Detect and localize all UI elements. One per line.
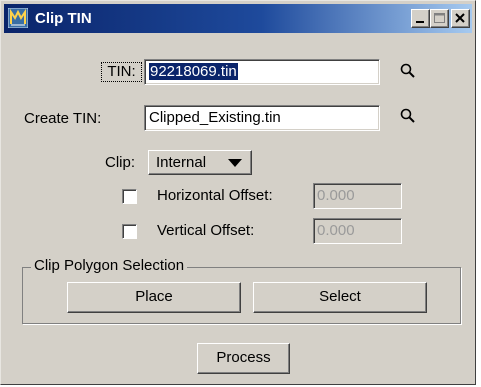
tin-search-icon[interactable] — [399, 62, 417, 80]
create-tin-label: Create TIN: — [24, 110, 102, 127]
clip-dropdown-value: Internal — [156, 154, 207, 171]
clip-dropdown[interactable]: Internal — [148, 150, 252, 175]
process-button[interactable]: Process — [197, 343, 290, 374]
maximize-icon — [434, 13, 445, 23]
vertical-offset-value: 0.000 — [317, 222, 355, 239]
tin-input[interactable]: 92218069.tin — [144, 59, 380, 85]
horizontal-offset-input[interactable]: 0.000 — [313, 183, 402, 209]
horizontal-offset-label: Horizontal Offset: — [157, 187, 273, 204]
create-tin-search-icon[interactable] — [399, 107, 417, 125]
tin-label: TIN: — [101, 62, 142, 82]
title-bar[interactable]: Clip TIN — [4, 4, 472, 33]
vertical-offset-checkbox[interactable] — [122, 224, 137, 239]
horizontal-offset-value: 0.000 — [317, 187, 355, 204]
app-icon — [8, 8, 28, 28]
create-tin-input-value: Clipped_Existing.tin — [149, 109, 281, 126]
tin-input-value: 92218069.tin — [149, 63, 238, 80]
clip-tin-dialog: Clip TIN TIN: 92218069.tin Create TIN: C… — [0, 0, 476, 385]
close-button[interactable] — [451, 9, 470, 28]
window-title: Clip TIN — [35, 10, 92, 27]
place-button[interactable]: Place — [67, 282, 241, 313]
vertical-offset-input[interactable]: 0.000 — [313, 218, 402, 244]
maximize-button[interactable] — [430, 9, 449, 28]
select-button[interactable]: Select — [253, 282, 427, 313]
create-tin-input[interactable]: Clipped_Existing.tin — [144, 105, 380, 131]
minimize-icon — [416, 21, 424, 23]
vertical-offset-label: Vertical Offset: — [157, 222, 255, 239]
minimize-button[interactable] — [411, 9, 430, 28]
chevron-down-icon — [228, 159, 242, 167]
horizontal-offset-checkbox[interactable] — [122, 189, 137, 204]
clip-polygon-group-title: Clip Polygon Selection — [31, 257, 188, 274]
clip-label: Clip: — [105, 154, 136, 171]
close-icon — [455, 13, 465, 23]
